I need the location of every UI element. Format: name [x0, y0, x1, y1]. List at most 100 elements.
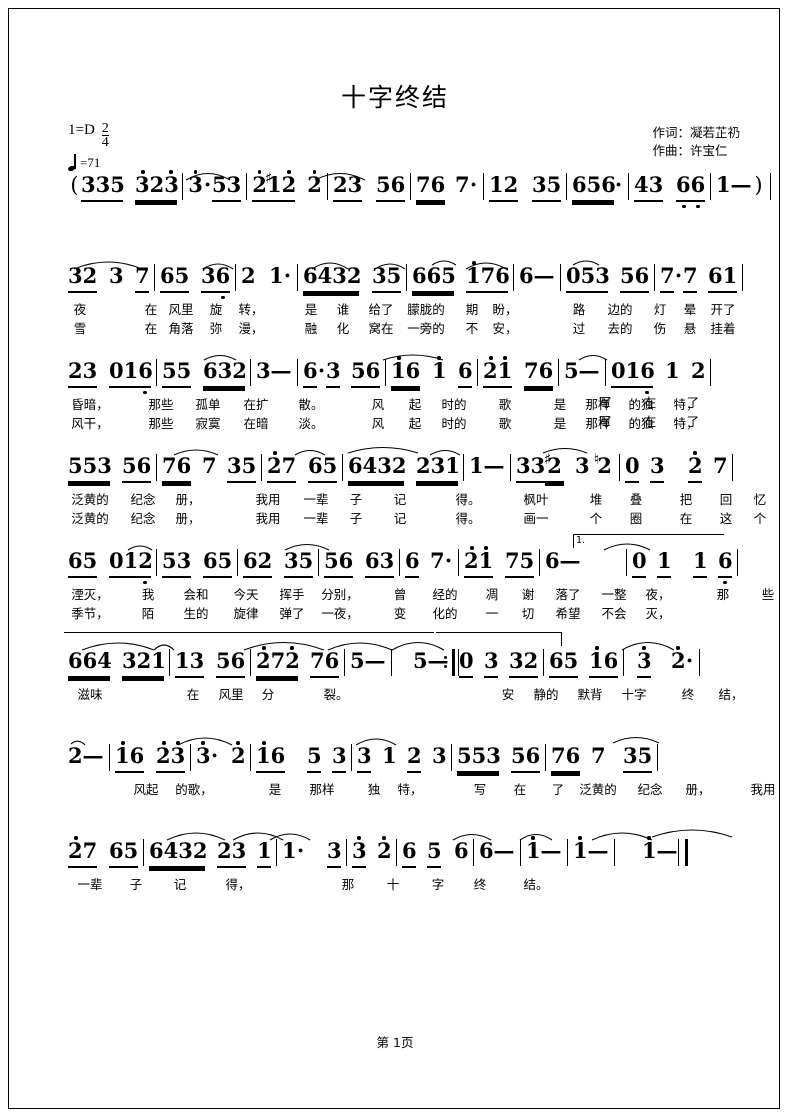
note: 21	[483, 356, 512, 388]
barline	[385, 359, 386, 386]
note: 553	[457, 743, 501, 773]
sustain-dash: —	[427, 648, 449, 673]
measure: 23 56	[333, 172, 405, 202]
barline	[156, 454, 157, 481]
note: 56	[351, 358, 380, 388]
barline	[477, 359, 478, 386]
score-line-6: 664 321 13 56 272 76 5— 5— 0 3 32 65 16 3 2 · 滋味在风里分裂。安…	[64, 632, 744, 722]
note: 63	[365, 548, 394, 578]
sustain-dash: —	[493, 838, 515, 863]
lyric-row-verse2-empty	[68, 703, 728, 722]
barline	[614, 839, 615, 866]
note: 23	[217, 838, 246, 868]
barline	[513, 264, 514, 291]
barline	[543, 649, 544, 676]
note: ♮ 2	[594, 450, 612, 479]
lyricist: 作词：凝若芷礽	[652, 125, 740, 140]
barline	[567, 839, 568, 866]
barline	[510, 454, 511, 481]
note: 3	[484, 648, 499, 678]
note: 3	[352, 836, 367, 868]
note: 6	[545, 548, 560, 573]
barline	[156, 549, 157, 576]
composer: 作曲：许宝仁	[652, 143, 728, 158]
close-paren: )	[754, 173, 763, 197]
note: 76	[551, 743, 580, 771]
barline	[458, 549, 459, 576]
note: 35	[284, 548, 313, 578]
note: 665	[412, 263, 456, 291]
barline	[710, 359, 711, 386]
measure: 62 35	[243, 548, 313, 578]
measure: 0116	[632, 548, 733, 584]
measure: 3 · 2	[196, 741, 246, 771]
measure: 5—	[564, 358, 600, 386]
sustain-dash: —	[578, 358, 600, 383]
measure: 2—	[68, 743, 104, 771]
final-barline	[678, 839, 688, 866]
note: 2	[671, 646, 686, 673]
measure: 2 1·	[241, 263, 292, 291]
barline	[154, 264, 155, 291]
measure: 76 7·	[416, 172, 478, 200]
note: 3	[637, 646, 652, 678]
note: 6432	[303, 263, 361, 291]
barline	[770, 173, 771, 200]
note: 632	[203, 358, 247, 386]
barline	[710, 173, 711, 200]
measure: 6432 23 1	[149, 838, 272, 868]
measure: 6—	[545, 548, 581, 576]
note: 664	[68, 648, 112, 676]
barline	[545, 744, 546, 771]
note: 3	[326, 358, 341, 388]
note: 56	[324, 548, 353, 578]
measure: 0 3 32	[459, 648, 538, 678]
note: 2	[377, 836, 392, 863]
note: 32	[68, 263, 97, 293]
sheet-music-page: 十字终结 1=D 2 4 =71 作词：凝若芷礽 作曲：许宝仁 (335 323…	[0, 0, 790, 1119]
score-line-7: 2— 16 23 3 · 2 16 5 3 3 1 2 3 553 56 76 7 35 风起 的歌，是那样独特，写…	[68, 736, 776, 817]
measure: 6—	[479, 838, 515, 866]
measure: 53 65	[162, 548, 232, 578]
barline	[351, 744, 352, 771]
note: 56	[122, 453, 151, 483]
note: 2	[688, 451, 703, 483]
barline	[399, 549, 400, 576]
measure: 43 66	[634, 172, 705, 208]
dot: ·	[283, 263, 292, 288]
time-signature: 2 4	[101, 122, 109, 150]
dot: ·	[674, 263, 683, 288]
note: 65	[308, 453, 337, 483]
tempo-value: =71	[80, 154, 101, 170]
note: 35	[623, 743, 652, 773]
barline	[539, 549, 540, 576]
measure: 56 63	[324, 548, 394, 578]
note: 6	[303, 358, 318, 388]
open-paren: (	[70, 173, 79, 197]
note: 6	[718, 548, 733, 584]
note: 3	[109, 263, 124, 288]
note: 61	[708, 263, 737, 293]
note: 016	[611, 358, 655, 394]
note: 65	[68, 548, 97, 578]
measure: 55 632	[162, 358, 247, 388]
measure: 3—	[256, 358, 292, 386]
measure: 13 56	[175, 648, 245, 678]
lyric-row-verse2: 写在了	[598, 414, 700, 429]
note: 3	[188, 170, 203, 197]
note: 76	[416, 172, 445, 200]
note: 7	[135, 263, 150, 293]
measure: 6432 35	[303, 263, 401, 293]
measure: 5—	[397, 648, 449, 676]
measure: 7·7 61	[660, 263, 737, 293]
measure: 0327	[625, 451, 728, 483]
measure: 6·3 56	[303, 358, 380, 388]
note: ♯ 2	[544, 452, 564, 481]
measure: 553 56	[457, 743, 540, 773]
note: 16	[589, 646, 618, 678]
note: 56	[620, 263, 649, 293]
barline	[566, 173, 567, 200]
note: 012	[109, 548, 153, 584]
note: 13	[175, 648, 204, 678]
score-line-5: 1. 65 012 53 65 62 35 56 63 6 7· 21 75 6— 0 1 1 6 湮灭，我会和…	[68, 534, 774, 622]
